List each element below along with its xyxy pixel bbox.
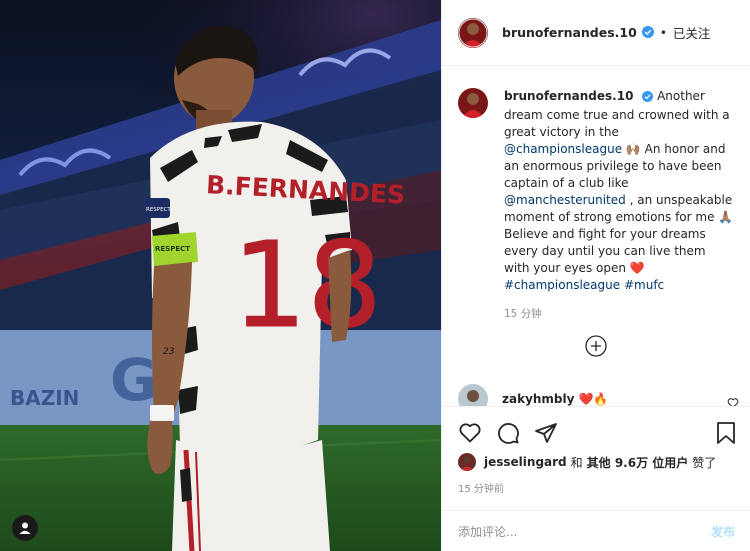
liker-username[interactable]: jesselingard [484,455,567,469]
jersey-number: 18 [232,216,382,354]
comments-section: brunofernandes.10 Another dream come tru… [442,66,750,406]
caption-avatar[interactable] [458,88,488,118]
likes-count-link[interactable]: 其他 9.6万 位用户 [587,454,689,471]
following-button[interactable]: 已关注 [673,23,711,42]
header-username[interactable]: brunofernandes.10 [502,25,637,40]
caption-time[interactable]: 15 分钟 [504,306,734,323]
comment-item: zakyhmbly ❤️🔥 [458,384,743,406]
post-panel: brunofernandes.10 • 已关注 brunofernandes.1… [441,0,750,551]
post-photo[interactable]: BAZIN GB B.FERNANDES 18 RESPECT RESPECT [0,0,441,551]
post-header: brunofernandes.10 • 已关注 [442,0,750,66]
caption-username[interactable]: brunofernandes.10 [504,89,633,103]
share-icon[interactable] [534,421,558,449]
actions-section: jesselingard 和 其他 9.6万 位用户 赞了 15 分钟前 发布 [442,406,750,551]
caption-text: Believe and fight for your dreams every … [504,227,706,275]
mention-championsleague[interactable]: @championsleague [504,142,622,156]
action-bar [458,421,558,449]
liker-avatar[interactable] [458,453,476,471]
likes-suffix: 赞了 [692,455,717,470]
save-bookmark-icon[interactable] [715,421,737,449]
post-timestamp[interactable]: 15 分钟前 [458,480,504,495]
hashtag-championsleague[interactable]: #championsleague [504,278,620,292]
mention-manchesterunited[interactable]: @manchesterunited [504,193,626,207]
commenter-username[interactable]: zakyhmbly [502,392,574,406]
post-comment-button[interactable]: 发布 [711,523,735,540]
svg-text:BAZIN: BAZIN [10,386,79,410]
verified-badge-icon [641,23,654,42]
likes-summary: jesselingard 和 其他 9.6万 位用户 赞了 [458,453,720,471]
user-tag-icon[interactable] [12,515,38,541]
like-icon[interactable] [458,421,482,449]
comment-input[interactable] [458,524,711,539]
armband-text: RESPECT [155,245,190,253]
comment-icon[interactable] [496,421,520,449]
verified-badge-icon [642,90,654,107]
separator-dot: • [659,25,667,40]
sleeve-patch: RESPECT [146,207,171,213]
commenter-avatar[interactable] [458,384,488,406]
likes-joiner: 和 [570,455,583,470]
caption: brunofernandes.10 Another dream come tru… [458,88,734,323]
avatar[interactable] [458,17,488,48]
comment-like-icon[interactable] [727,394,739,406]
comment-text: ❤️🔥 [578,392,609,406]
photo-image: BAZIN GB B.FERNANDES 18 RESPECT RESPECT [0,0,441,551]
caption-body: brunofernandes.10 Another dream come tru… [504,88,734,323]
hashtag-mufc[interactable]: #mufc [624,278,664,292]
arm-tattoo: 23 [163,347,175,357]
add-comment-bar: 发布 [442,510,750,551]
load-more-comments-icon[interactable] [585,335,607,357]
